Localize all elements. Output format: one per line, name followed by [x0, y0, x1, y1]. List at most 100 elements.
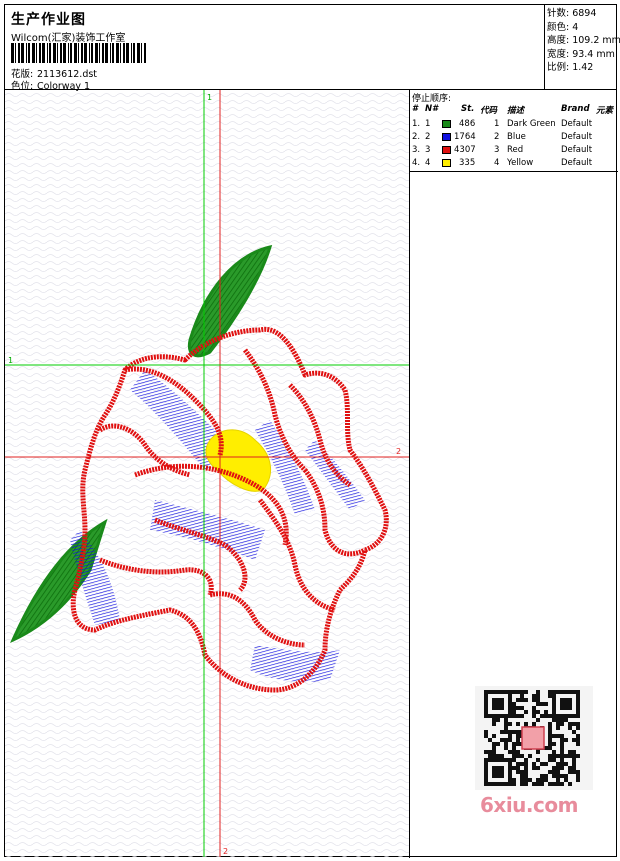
row-brand: Default	[561, 158, 593, 168]
qr-module	[552, 782, 556, 786]
qr-module	[512, 782, 516, 786]
qr-module	[532, 782, 536, 786]
qr-module	[488, 750, 492, 754]
barcode-bar	[49, 43, 51, 63]
qr-module	[504, 758, 508, 762]
barcode-bar	[99, 43, 100, 63]
qr-module	[552, 774, 556, 778]
col-code: 代码	[480, 106, 498, 116]
qr-module	[512, 706, 516, 710]
qr-module	[508, 738, 512, 742]
qr-module	[512, 750, 516, 754]
qr-module	[576, 710, 580, 714]
qr-module	[544, 762, 548, 766]
qr-module	[516, 706, 520, 710]
color-swatch	[442, 133, 451, 141]
qr-module	[568, 770, 572, 774]
qr-module	[552, 694, 556, 698]
qr-module	[564, 774, 568, 778]
qr-module	[560, 762, 564, 766]
qr-module	[508, 730, 512, 734]
qr-module	[512, 742, 516, 746]
qr-module	[556, 774, 560, 778]
qr-module	[532, 710, 536, 714]
qr-module	[564, 778, 568, 782]
row-num: 1.	[412, 119, 421, 129]
qr-module	[560, 702, 564, 706]
row-stitches: 4307	[454, 145, 476, 155]
qr-module	[548, 742, 552, 746]
stat-value: 109.2 mm	[572, 35, 620, 46]
qr-module	[548, 722, 552, 726]
qr-module	[560, 714, 564, 718]
qr-module	[532, 698, 536, 702]
qr-module	[508, 702, 512, 706]
qr-module	[488, 758, 492, 762]
qr-module	[540, 774, 544, 778]
barcode-bar	[42, 43, 45, 63]
barcode	[11, 43, 146, 63]
barcode-bar	[89, 43, 90, 63]
sheet-title: 生产作业图	[11, 12, 86, 28]
barcode-bar	[57, 43, 58, 63]
qr-module	[520, 762, 524, 766]
qr-module	[484, 702, 488, 706]
qr-module	[492, 754, 496, 758]
row-brand: Default	[561, 119, 593, 129]
qr-module	[484, 694, 488, 698]
qr-module	[492, 722, 496, 726]
barcode-bar	[123, 43, 125, 63]
stat-value: 93.4 mm	[572, 48, 615, 60]
qr-module	[560, 738, 564, 742]
qr-module	[536, 694, 540, 698]
qr-module	[496, 754, 500, 758]
qr-module	[484, 782, 488, 786]
qr-module	[508, 766, 512, 770]
qr-module	[576, 778, 580, 782]
qr-module	[568, 714, 572, 718]
color-swatch	[442, 159, 451, 167]
barcode-bar	[21, 43, 24, 63]
qr-module	[536, 758, 540, 762]
stat-label: 颜色:	[547, 21, 570, 33]
qr-module	[532, 762, 536, 766]
qr-module	[484, 758, 488, 762]
stop-sequence-title: 停止顺序:	[412, 94, 452, 104]
qr-module	[500, 730, 504, 734]
barcode-bar	[63, 43, 66, 63]
qr-module	[544, 710, 548, 714]
barcode-bar	[116, 43, 119, 63]
qr-module	[512, 778, 516, 782]
stats-panel: 针数: 6894 颜色: 4 高度: 109.2 mm 宽度: 93.4 mm 比例: 1…	[544, 5, 620, 89]
barcode-bar	[15, 43, 16, 63]
barcode-bar	[112, 43, 114, 63]
qr-module	[572, 762, 576, 766]
qr-module	[536, 750, 540, 754]
qr-module	[520, 698, 524, 702]
qr-module	[500, 702, 504, 706]
qr-module	[576, 754, 580, 758]
qr-module	[520, 706, 524, 710]
qr-module	[484, 690, 488, 694]
stat-label: 针数:	[547, 8, 570, 19]
qr-module	[556, 754, 560, 758]
qr-module	[484, 778, 488, 782]
qr-module	[552, 710, 556, 714]
row-n: 3	[425, 145, 431, 155]
qr-module	[552, 754, 556, 758]
barcode-bar	[95, 43, 98, 63]
qr-module	[496, 770, 500, 774]
barcode-bar	[84, 43, 87, 63]
qr-module	[552, 770, 556, 774]
qr-module	[548, 738, 552, 742]
panel-divider	[409, 89, 410, 858]
qr-module	[492, 706, 496, 710]
qr-module	[484, 770, 488, 774]
qr-module	[552, 698, 556, 702]
qr-module	[516, 690, 520, 694]
qr-module	[504, 782, 508, 786]
qr-module	[500, 738, 504, 742]
row-n: 1	[425, 119, 431, 129]
qr-module	[520, 782, 524, 786]
qr-module	[536, 766, 540, 770]
